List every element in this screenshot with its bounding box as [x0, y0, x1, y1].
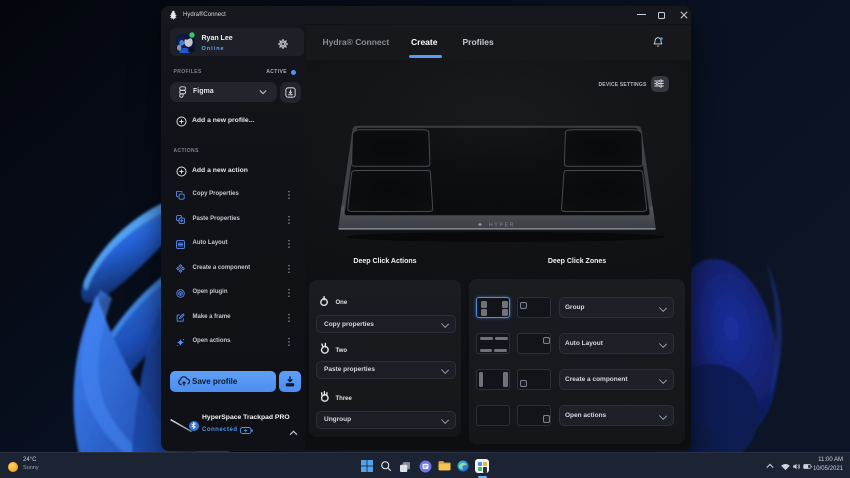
svg-text:HYPER: HYPER	[489, 222, 515, 228]
